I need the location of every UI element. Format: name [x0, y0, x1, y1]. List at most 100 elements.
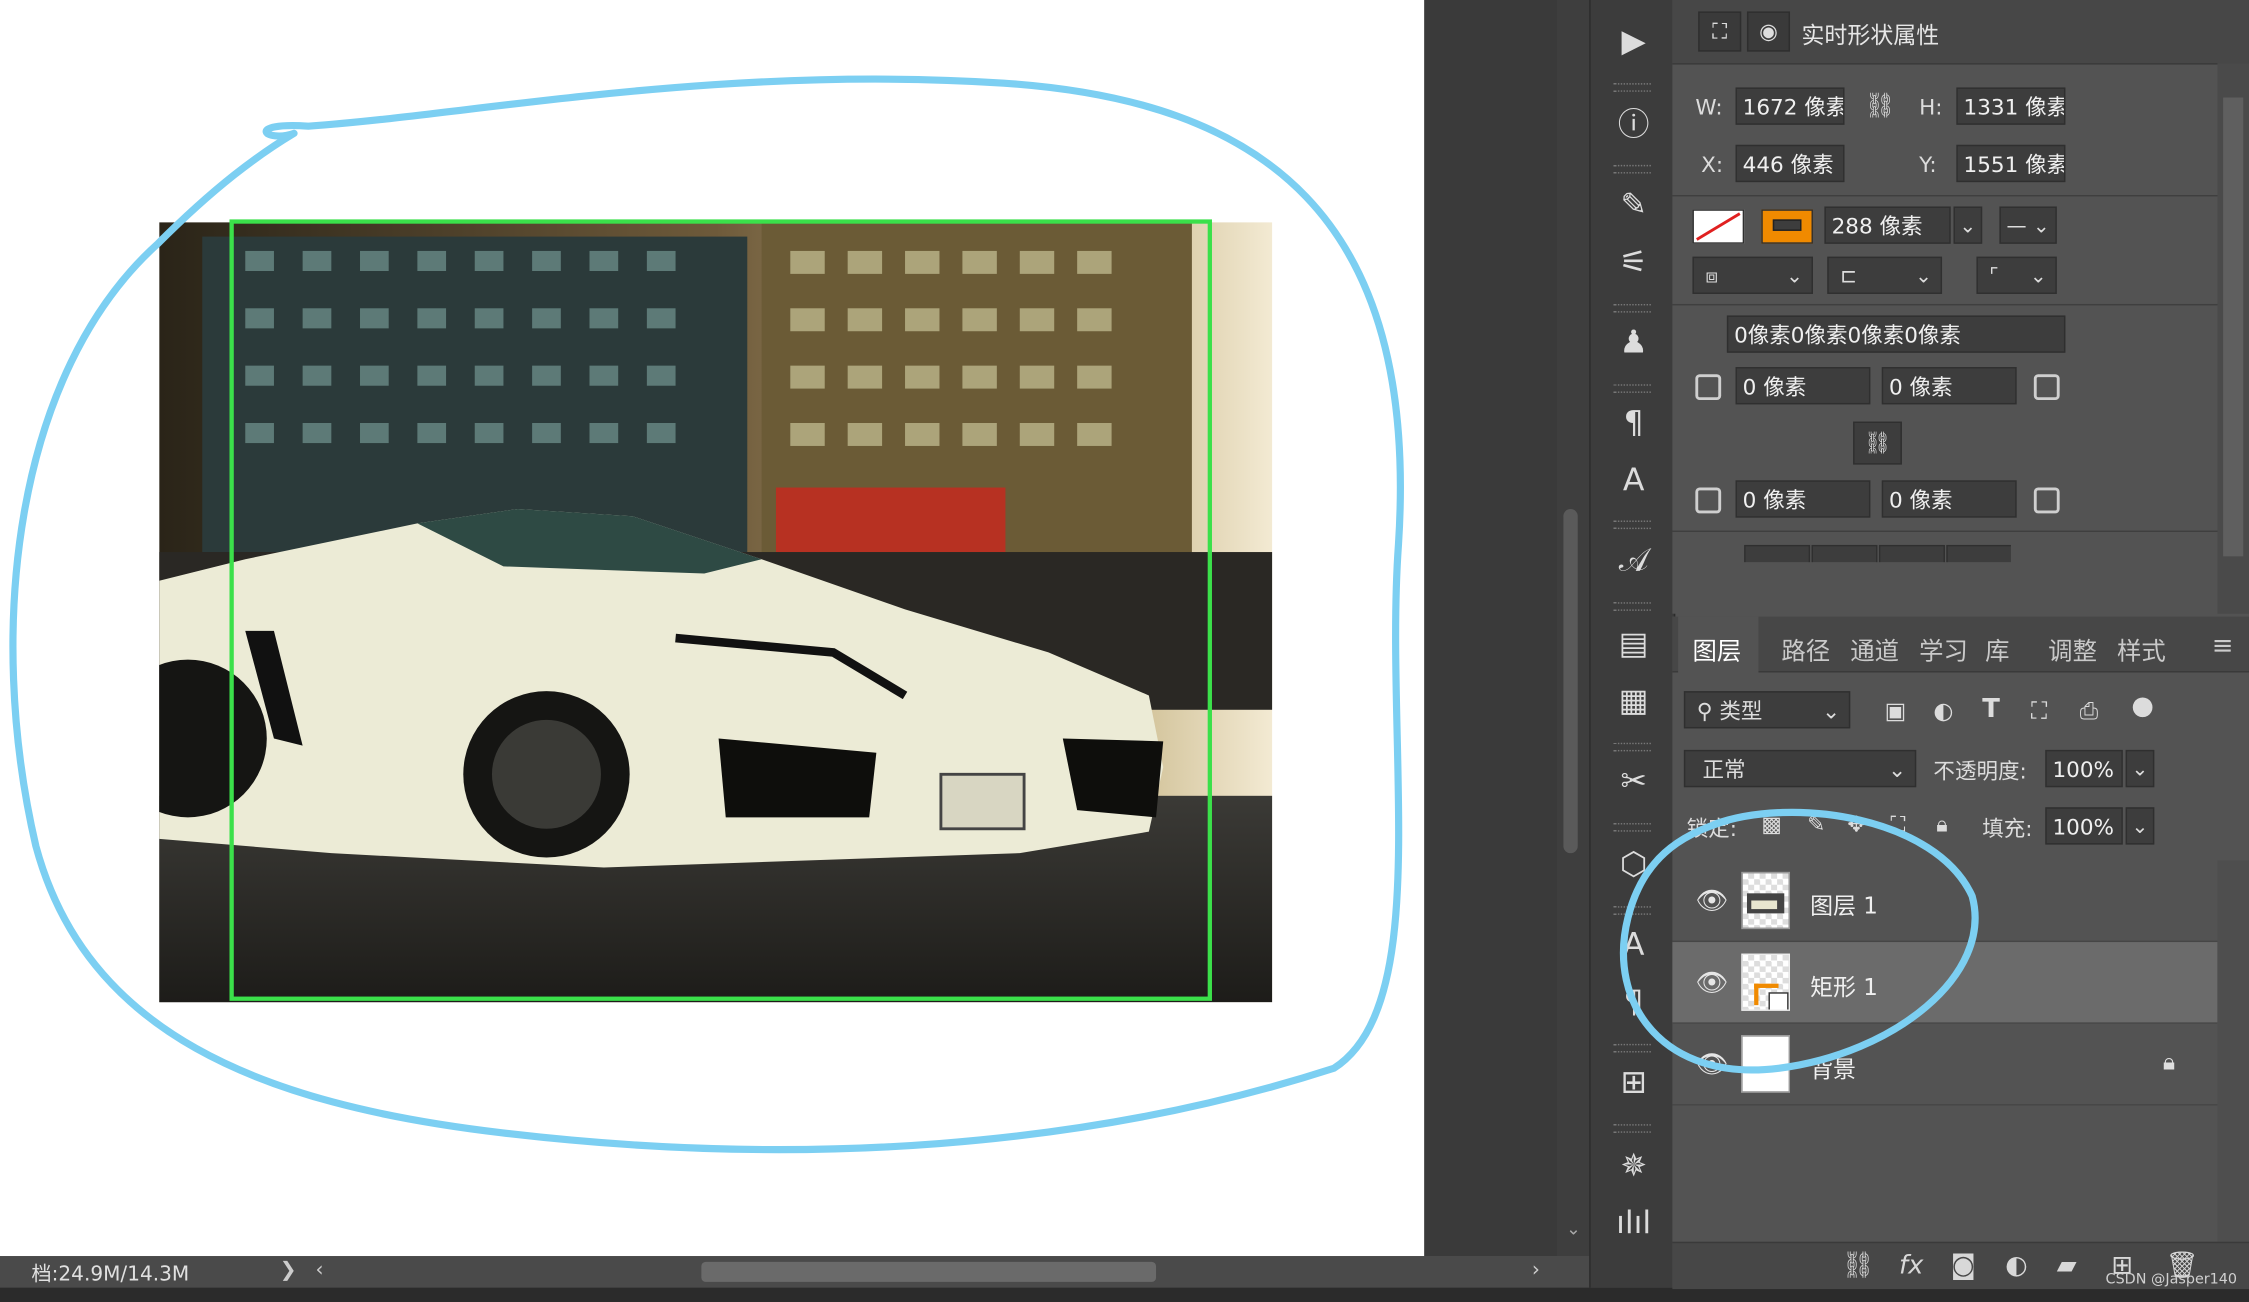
- layer-row[interactable]: 👁︎ 背景 🔒︎: [1672, 1024, 2218, 1106]
- link-corners-icon[interactable]: ⛓: [1853, 421, 1902, 465]
- stroke-corners-dropdown[interactable]: ⌜ ⌄: [1976, 256, 2057, 294]
- width-field[interactable]: 1672 像素: [1735, 87, 1845, 125]
- add-mask-icon[interactable]: ◙: [1951, 1250, 1976, 1280]
- fill-dropdown-icon[interactable]: ⌄: [2125, 807, 2155, 845]
- stroke-swatch[interactable]: [1761, 209, 1813, 244]
- link-layers-icon[interactable]: ⛓: [1842, 1250, 1875, 1280]
- layer-name[interactable]: 矩形 1: [1810, 968, 1878, 1002]
- filter-type-icon[interactable]: T: [1982, 694, 2000, 724]
- stroke-width-dropdown-icon[interactable]: ⌄: [1953, 206, 1983, 244]
- brush-settings-icon[interactable]: ✎: [1611, 184, 1657, 230]
- glyphs-icon[interactable]: 𝒜: [1611, 539, 1657, 585]
- lock-position-icon[interactable]: ✥: [1847, 812, 1865, 838]
- dock-grip[interactable]: [1613, 303, 1651, 313]
- scroll-left-arrow-icon[interactable]: ‹: [316, 1259, 324, 1282]
- link-dimensions-icon[interactable]: ⛓: [1865, 92, 1896, 121]
- eye-visibility-icon[interactable]: 👁︎: [1695, 968, 1728, 998]
- notes-icon[interactable]: ▤: [1611, 622, 1657, 668]
- transform-icon[interactable]: ⛶: [1698, 11, 1742, 52]
- properties-scrollbar[interactable]: [2217, 63, 2249, 614]
- info-icon[interactable]: ⓘ: [1611, 103, 1657, 149]
- eye-visibility-icon[interactable]: 👁︎: [1695, 886, 1728, 916]
- filter-smart-object-icon[interactable]: ⎙: [2080, 697, 2098, 726]
- tab-channels[interactable]: 通道: [1850, 631, 1899, 667]
- dock-grip[interactable]: [1613, 164, 1651, 174]
- layer-row[interactable]: 👁︎ 图层 1: [1672, 860, 2218, 943]
- stroke-caps-dropdown[interactable]: ⊏ ⌄: [1827, 256, 1943, 294]
- dock-grip[interactable]: [1613, 1124, 1651, 1133]
- clone-source-icon[interactable]: ♟: [1611, 321, 1657, 367]
- layers-scrollbar[interactable]: [2217, 860, 2249, 1242]
- lock-all-icon[interactable]: 🔒︎: [1936, 812, 1947, 838]
- combine-shapes-button[interactable]: [1744, 544, 1811, 563]
- filter-pixel-icon[interactable]: ▣: [1885, 697, 1907, 724]
- dock-grip[interactable]: [1613, 1043, 1651, 1053]
- filter-toggle-icon[interactable]: ●: [2131, 691, 2154, 721]
- lock-image-icon[interactable]: ✎: [1807, 812, 1825, 838]
- pathfinder-buttons[interactable]: [1744, 544, 2011, 563]
- histogram-icon[interactable]: ılıl: [1611, 1202, 1657, 1248]
- filter-shape-icon[interactable]: ⛶: [2031, 697, 2047, 726]
- scroll-thumb[interactable]: [1563, 509, 1578, 854]
- dock-grip[interactable]: [1613, 384, 1651, 393]
- fill-swatch-none[interactable]: [1692, 209, 1745, 244]
- layer-style-button[interactable]: fx: [1899, 1250, 1923, 1280]
- layer-filter-dropdown[interactable]: ⚲ 类型 ⌄: [1683, 691, 1851, 729]
- horizontal-scroll-thumb[interactable]: [701, 1261, 1157, 1282]
- lock-icon[interactable]: 🔒︎: [2163, 1048, 2175, 1077]
- intersect-shapes-button[interactable]: [1878, 544, 1945, 563]
- mask-icon[interactable]: ◉: [1746, 11, 1791, 52]
- scroll-right-arrow-icon[interactable]: ›: [1532, 1259, 1540, 1282]
- stroke-align-dropdown[interactable]: ⧈ ⌄: [1692, 256, 1813, 294]
- corner-bottom-left-field[interactable]: 0 像素: [1735, 480, 1871, 518]
- document-canvas[interactable]: [0, 0, 1425, 1257]
- paragraph-styles-icon[interactable]: ¶: [1611, 401, 1657, 447]
- 3d-icon[interactable]: ⬡: [1611, 843, 1657, 889]
- filter-adjustment-icon[interactable]: ◐: [1933, 697, 1953, 724]
- panel-menu-icon[interactable]: ≡: [2212, 631, 2234, 661]
- height-field[interactable]: 1331 像素: [1956, 87, 2066, 125]
- blend-mode-dropdown[interactable]: 正常 ⌄: [1683, 749, 1917, 788]
- dock-grip[interactable]: [1613, 742, 1651, 752]
- tab-adjustments[interactable]: 调整: [2048, 631, 2097, 667]
- play-action-icon[interactable]: ▶: [1611, 20, 1657, 66]
- eye-visibility-icon[interactable]: 👁︎: [1695, 1050, 1728, 1080]
- lock-artboard-icon[interactable]: ⛶: [1890, 812, 1905, 838]
- layer-name[interactable]: 背景: [1810, 1050, 1856, 1084]
- dock-grip[interactable]: [1613, 83, 1651, 92]
- layer-name[interactable]: 图层 1: [1810, 886, 1878, 920]
- x-field[interactable]: 446 像素: [1735, 144, 1845, 183]
- rectangle-shape-outline[interactable]: [229, 219, 1212, 1001]
- corner-top-left-field[interactable]: 0 像素: [1735, 367, 1871, 405]
- tool-presets-icon[interactable]: ✂: [1611, 760, 1657, 806]
- y-field[interactable]: 1551 像素: [1956, 144, 2066, 183]
- status-menu-chevron-icon[interactable]: ❯: [280, 1259, 297, 1282]
- stroke-type-dropdown[interactable]: — ⌄: [1999, 206, 2057, 244]
- tab-learn[interactable]: 学习: [1919, 631, 1968, 667]
- brush-presets-icon[interactable]: ⚟: [1611, 241, 1657, 287]
- corner-radii-summary[interactable]: 0像素0像素0像素0像素: [1726, 315, 2066, 353]
- corner-top-right-field[interactable]: 0 像素: [1881, 367, 2017, 405]
- tab-libraries[interactable]: 库: [1985, 631, 2009, 667]
- layer-row[interactable]: 👁︎ 矩形 1: [1672, 942, 2218, 1024]
- dock-grip[interactable]: [1613, 520, 1651, 530]
- fill-field[interactable]: 100%: [2045, 807, 2123, 845]
- canvas-vertical-scrollbar[interactable]: ⌄: [1557, 0, 1590, 1257]
- character-styles-icon[interactable]: A: [1611, 459, 1657, 505]
- corner-bottom-right-field[interactable]: 0 像素: [1881, 480, 2017, 518]
- dock-grip[interactable]: [1613, 906, 1651, 915]
- stroke-width-field[interactable]: 288 像素: [1824, 206, 1951, 244]
- properties-icon[interactable]: ▦: [1611, 680, 1657, 726]
- lock-transparent-icon[interactable]: ▩: [1761, 812, 1781, 838]
- opacity-dropdown-icon[interactable]: ⌄: [2125, 749, 2155, 788]
- properties-scroll-thumb[interactable]: [2223, 97, 2244, 557]
- timeline-icon[interactable]: ⊞: [1611, 1061, 1657, 1107]
- tab-paths[interactable]: 路径: [1781, 631, 1830, 667]
- exclude-shapes-button[interactable]: [1946, 544, 2011, 563]
- character-icon[interactable]: A: [1611, 923, 1657, 969]
- scroll-down-arrow-icon[interactable]: ⌄: [1566, 1219, 1580, 1239]
- opacity-field[interactable]: 100%: [2045, 749, 2123, 788]
- new-group-icon[interactable]: ▰: [2057, 1250, 2077, 1280]
- tab-layers[interactable]: 图层: [1692, 631, 1741, 667]
- dock-grip[interactable]: [1613, 602, 1651, 611]
